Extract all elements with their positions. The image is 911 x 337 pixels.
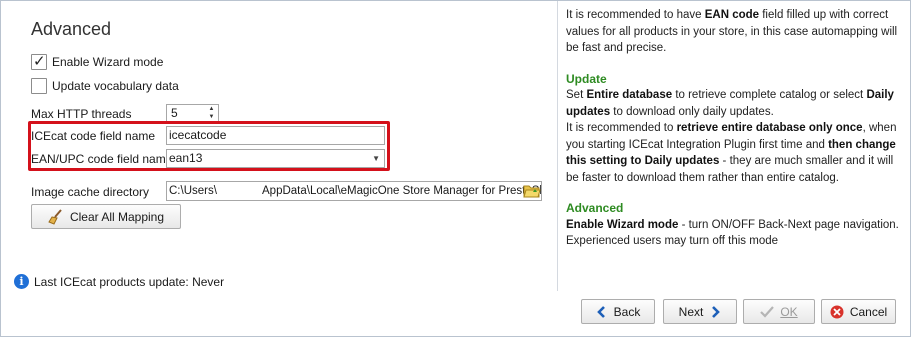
checkmark-icon	[760, 305, 775, 318]
enable-wizard-label: Enable Wizard mode	[52, 55, 164, 69]
update-vocab-row[interactable]: Update vocabulary data	[31, 78, 179, 94]
chevron-right-icon	[712, 305, 721, 318]
broom-icon	[48, 208, 62, 225]
update-vocab-label: Update vocabulary data	[52, 79, 179, 93]
help-update-paragraph-2: It is recommended to retrieve entire dat…	[566, 122, 897, 184]
status-text: Last ICEcat products update: Never	[34, 274, 225, 289]
max-http-value: 5	[171, 106, 178, 120]
ean-field-combo[interactable]: ean13 ▼	[166, 149, 385, 168]
icecat-field-value: icecatcode	[169, 128, 227, 142]
update-vocab-checkbox[interactable]	[31, 78, 47, 94]
status-bar: i Last ICEcat products update: Never	[14, 274, 224, 289]
browse-folder-button[interactable]	[522, 181, 542, 201]
dropdown-arrow-icon[interactable]: ▼	[372, 150, 380, 167]
checkmark-icon: ✓	[33, 53, 46, 70]
help-advanced-title: Advanced	[566, 201, 624, 215]
spin-down-icon[interactable]: ▼	[205, 113, 218, 121]
image-cache-path-start: C:\Users\	[169, 185, 217, 197]
help-advanced-paragraph: Enable Wizard mode - turn ON/OFF Back-Ne…	[566, 218, 899, 248]
enable-wizard-row[interactable]: ✓ Enable Wizard mode	[31, 53, 164, 70]
ean-field-value: ean13	[169, 151, 203, 165]
next-button[interactable]: Next	[663, 299, 737, 324]
max-http-label: Max HTTP threads	[31, 107, 132, 121]
image-cache-path-end: AppData\Local\eMagicOne Store Manager fo…	[262, 185, 542, 197]
icecat-field-label: ICEcat code field name	[31, 129, 156, 143]
folder-icon	[523, 185, 541, 198]
image-cache-path-input[interactable]: C:\Users\ AppData\Local\eMagicOne Store …	[166, 181, 542, 201]
page-title: Advanced	[31, 19, 112, 39]
help-pane: It is recommended to have EAN code field…	[557, 1, 910, 291]
cancel-icon	[830, 305, 844, 318]
ok-label: OK	[780, 304, 798, 319]
cancel-label: Cancel	[849, 304, 888, 319]
icecat-field-input[interactable]: icecatcode	[166, 126, 385, 145]
settings-pane: Advanced ✓ Enable Wizard mode Update voc…	[1, 1, 557, 301]
help-update-title: Update	[566, 71, 607, 86]
enable-wizard-checkbox[interactable]: ✓	[31, 53, 47, 70]
back-label: Back	[613, 304, 641, 319]
image-cache-label: Image cache directory	[31, 185, 150, 199]
clear-mapping-button[interactable]: Clear All Mapping	[31, 204, 181, 229]
info-icon: i	[14, 274, 29, 289]
next-label: Next	[678, 304, 704, 319]
clear-mapping-label: Clear All Mapping	[69, 209, 165, 224]
chevron-left-icon	[596, 305, 605, 318]
spinner-arrows[interactable]: ▲ ▼	[205, 105, 218, 122]
back-button[interactable]: Back	[581, 299, 655, 324]
help-ean-paragraph: It is recommended to have EAN code field…	[566, 9, 898, 54]
wizard-window: Advanced ✓ Enable Wizard mode Update voc…	[0, 0, 911, 337]
ok-button[interactable]: OK	[743, 299, 815, 324]
ean-field-label: EAN/UPC code field name	[31, 152, 173, 166]
cancel-button[interactable]: Cancel	[821, 299, 896, 324]
spin-up-icon[interactable]: ▲	[205, 105, 218, 113]
help-update-paragraph-1: Set Entire database to retrieve complete…	[566, 89, 894, 118]
